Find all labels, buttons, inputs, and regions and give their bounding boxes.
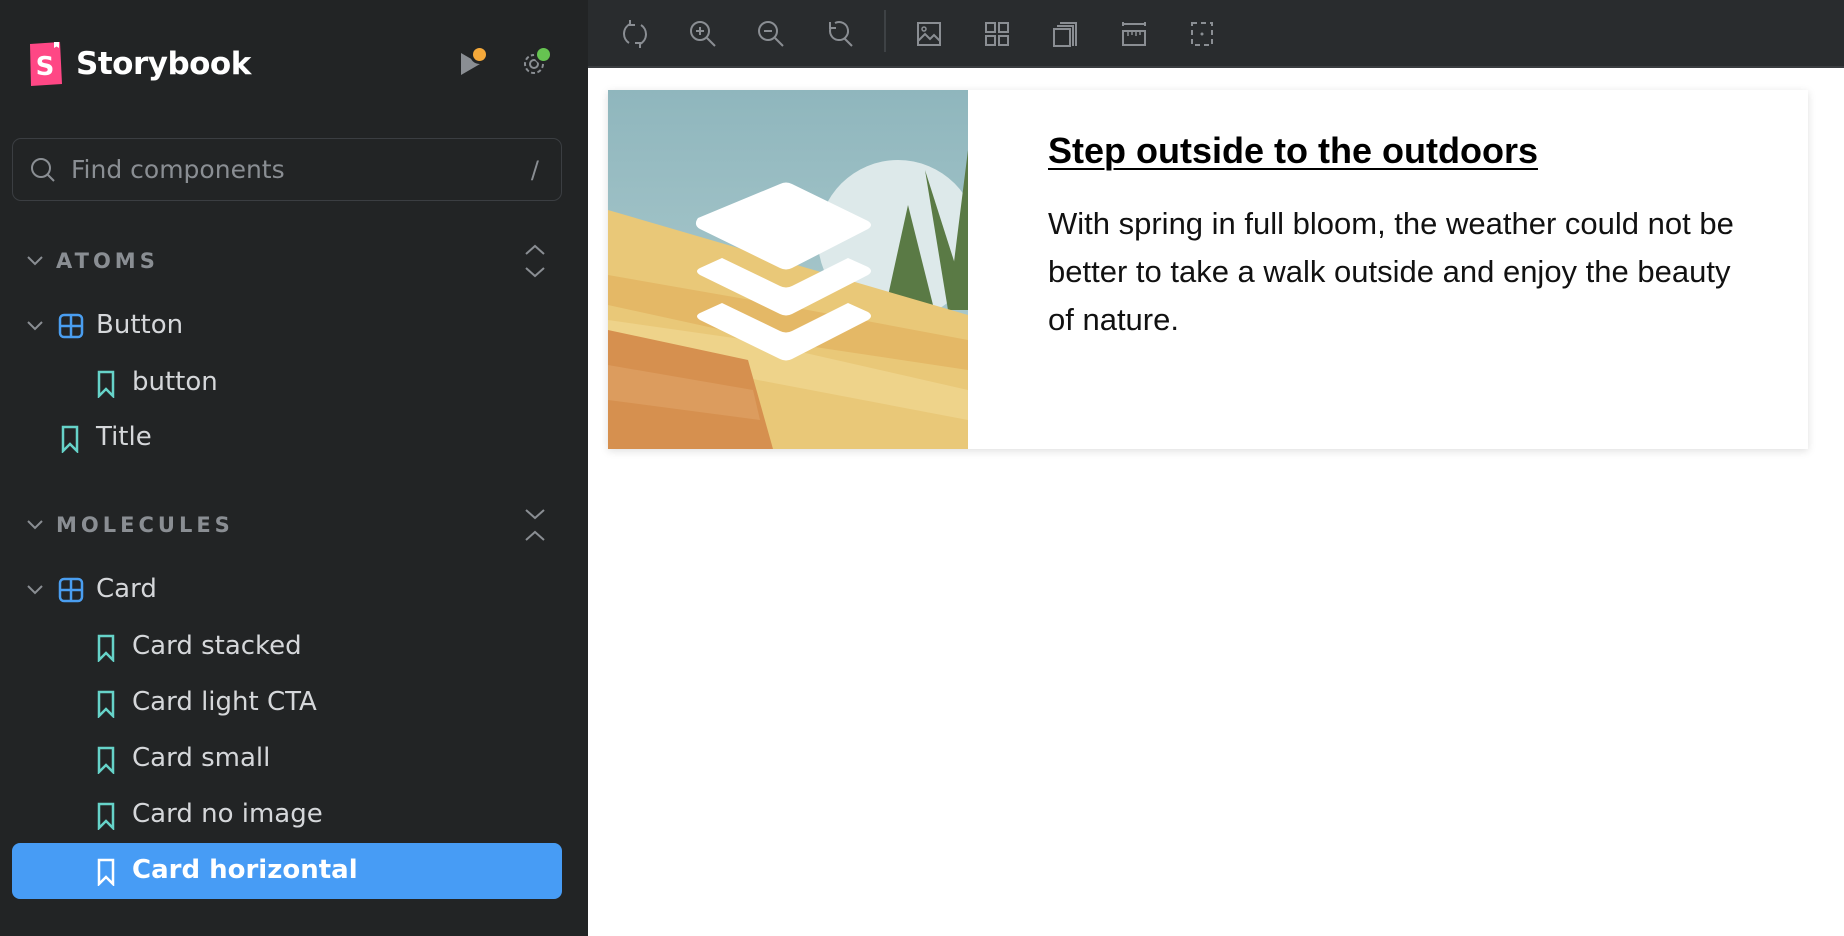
search-shortcut-hint: / bbox=[530, 156, 539, 184]
component-icon bbox=[58, 577, 84, 603]
search-icon bbox=[31, 157, 55, 182]
group-label: MOLECULES bbox=[56, 513, 234, 537]
status-dot-warning bbox=[473, 48, 486, 61]
tree-item-label: Card stacked bbox=[132, 631, 302, 661]
card-body: Step outside to the outdoors With spring… bbox=[968, 90, 1808, 449]
preview-canvas: Step outside to the outdoors With spring… bbox=[588, 70, 1844, 936]
search-box[interactable]: / bbox=[12, 138, 562, 201]
photo-icon bbox=[917, 22, 941, 46]
measure-button[interactable] bbox=[1114, 14, 1154, 54]
app-name: Storybook bbox=[76, 46, 251, 82]
chevron-down-icon bbox=[27, 256, 43, 266]
card-horizontal: Step outside to the outdoors With spring… bbox=[608, 90, 1808, 449]
status-dot-ok bbox=[537, 48, 550, 61]
tree-item-label: Button bbox=[96, 310, 184, 340]
tree-item-label: Card bbox=[96, 574, 157, 604]
sidebar: S Storybook / ATOMS Button bbox=[0, 0, 588, 936]
landscape-illustration-icon bbox=[608, 90, 968, 449]
bookmark-icon bbox=[97, 634, 115, 662]
grid-button[interactable] bbox=[977, 14, 1017, 54]
tree-item-label: Card light CTA bbox=[132, 687, 317, 717]
zoom-reset-icon bbox=[829, 21, 853, 47]
backgrounds-button[interactable] bbox=[909, 14, 949, 54]
card-image bbox=[608, 90, 968, 449]
group-label: ATOMS bbox=[56, 249, 159, 273]
storybook-logo-icon: S bbox=[30, 42, 62, 86]
outline-button[interactable] bbox=[1182, 14, 1222, 54]
tree-item-story[interactable]: button bbox=[12, 355, 562, 411]
component-icon bbox=[58, 313, 84, 339]
tree-item-story[interactable]: Card stacked bbox=[12, 619, 562, 675]
bookmark-icon bbox=[61, 425, 79, 453]
brand[interactable]: S Storybook bbox=[28, 42, 251, 86]
tree-item-story-selected[interactable]: Card horizontal bbox=[12, 843, 562, 899]
svg-text:S: S bbox=[36, 52, 55, 82]
search-input[interactable] bbox=[71, 155, 491, 184]
viewport-button[interactable] bbox=[1045, 14, 1085, 54]
tree-item-button-component[interactable]: Button bbox=[12, 298, 562, 354]
bookmark-icon bbox=[97, 690, 115, 718]
settings-button[interactable] bbox=[514, 44, 554, 84]
group-molecules[interactable]: MOLECULES bbox=[0, 503, 588, 547]
zoom-out-icon bbox=[758, 21, 784, 47]
tree-item-label: button bbox=[132, 367, 218, 397]
tree-item-label: Card small bbox=[132, 743, 271, 773]
tree-item-label: Card horizontal bbox=[132, 855, 358, 885]
bookmark-icon bbox=[97, 746, 115, 774]
bookmark-icon bbox=[97, 858, 115, 886]
bookmark-icon bbox=[97, 370, 115, 398]
reset-zoom-button[interactable] bbox=[820, 14, 860, 54]
tree-item-story[interactable]: Card light CTA bbox=[12, 675, 562, 731]
tree-item-story[interactable]: Card small bbox=[12, 731, 562, 787]
grid-icon bbox=[985, 22, 1009, 46]
bookmark-icon bbox=[97, 802, 115, 830]
zoom-out-button[interactable] bbox=[751, 14, 791, 54]
group-atoms[interactable]: ATOMS bbox=[0, 239, 588, 283]
zoom-in-button[interactable] bbox=[683, 14, 723, 54]
remount-button[interactable] bbox=[615, 14, 655, 54]
tree-item-story[interactable]: Card no image bbox=[12, 787, 562, 843]
ruler-icon bbox=[1122, 22, 1146, 46]
zoom-in-icon bbox=[690, 21, 716, 47]
viewport-icon bbox=[1053, 22, 1077, 47]
run-tests-button[interactable] bbox=[450, 44, 490, 84]
chevron-down-icon bbox=[27, 520, 43, 530]
preview-toolbar bbox=[588, 0, 1844, 68]
collapse-all-icon[interactable] bbox=[520, 503, 550, 547]
tree-item-card-component[interactable]: Card bbox=[12, 562, 562, 618]
tree-item-label: Title bbox=[96, 422, 152, 452]
outline-icon bbox=[1191, 22, 1213, 46]
chevron-down-icon bbox=[27, 321, 43, 331]
card-title-link[interactable]: Step outside to the outdoors bbox=[1048, 130, 1538, 172]
sync-icon bbox=[623, 20, 647, 48]
expand-all-icon[interactable] bbox=[520, 239, 550, 283]
tree-item-story[interactable]: Title bbox=[12, 410, 562, 466]
toolbar-separator bbox=[884, 10, 886, 52]
card-description: With spring in full bloom, the weather c… bbox=[1048, 206, 1734, 337]
tree-item-label: Card no image bbox=[132, 799, 323, 829]
chevron-down-icon bbox=[27, 585, 43, 595]
